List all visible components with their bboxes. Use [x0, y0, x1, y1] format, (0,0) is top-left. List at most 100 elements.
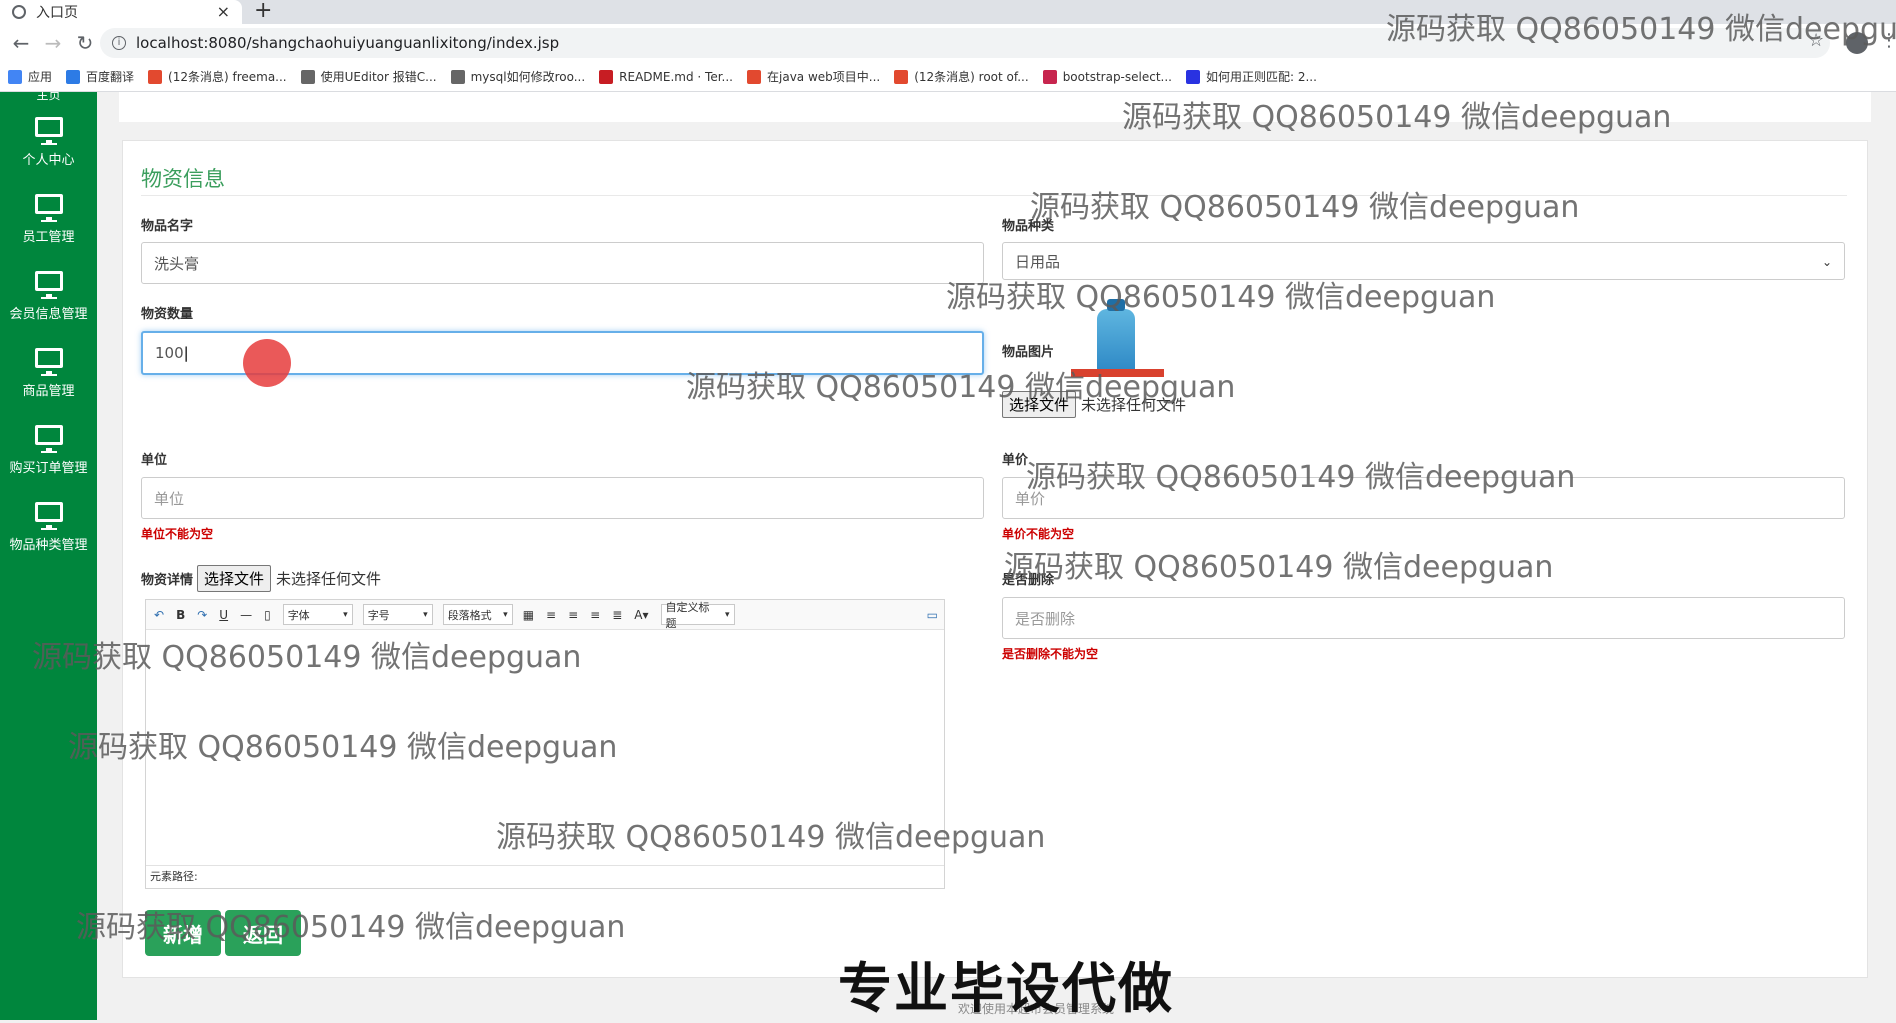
bookmark-item[interactable]: 使用UEditor 报错C... — [300, 68, 437, 85]
dropdown-arrow-icon: ▾ — [423, 609, 428, 620]
detail-row: 物资详情 选择文件 未选择任何文件 — [141, 565, 381, 592]
monitor-icon — [34, 271, 63, 299]
sidebar-item-label: 购买订单管理 — [9, 461, 88, 476]
name-value: 洗头膏 — [154, 254, 200, 273]
size-select[interactable]: 字号 ▾ — [362, 604, 433, 625]
bookmark-favicon-icon — [747, 69, 761, 84]
bookmark-label: (12条消息) freema... — [168, 70, 287, 84]
watermark-text: 源码获取 QQ86050149 微信deepguan — [1122, 100, 1672, 135]
unit-label: 单位 — [141, 453, 168, 468]
sidebar-item-label: 商品管理 — [22, 384, 75, 399]
price-label: 单价 — [1002, 453, 1029, 468]
watermark-text: 源码获取 QQ86050149 微信deepguan — [76, 910, 626, 945]
sidebar-item-members[interactable]: 会员信息管理 — [0, 258, 97, 335]
align-justify-icon[interactable]: ≣ — [612, 608, 622, 622]
name-label: 物品名字 — [141, 219, 194, 234]
monitor-icon — [34, 194, 63, 222]
bookmark-item[interactable]: mysql如何修改roo... — [450, 68, 585, 85]
bookmark-label: 百度翻译 — [86, 70, 135, 84]
bookmark-item[interactable]: bootstrap-select... — [1042, 69, 1172, 84]
bookmark-favicon-icon — [894, 69, 909, 84]
sidebar-item-categories[interactable]: 物品种类管理 — [0, 489, 97, 566]
forward-arrow-icon[interactable]: → — [42, 31, 64, 55]
page-title: 物资信息 — [141, 167, 225, 191]
bookmark-favicon-icon — [599, 69, 614, 84]
font-select[interactable]: 字体 ▾ — [282, 604, 353, 625]
sidebar-item-label: 物品种类管理 — [9, 538, 88, 553]
watermark-text: 源码获取 QQ86050149 微信deepguan — [1030, 190, 1580, 225]
paragraph-select-label: 段落格式 — [447, 608, 492, 622]
align-right-icon[interactable]: ≡ — [568, 608, 578, 622]
bookmarks-bar: 应用 百度翻译 (12条消息) freema... 使用UEditor 报错C... m… — [0, 62, 1896, 92]
watermark-text: 源码获取 QQ86050149 微信deepguan — [32, 640, 582, 675]
redo-icon[interactable]: ↷ — [197, 608, 207, 622]
font-color-label: A — [634, 607, 643, 622]
bookmark-item[interactable]: 百度翻译 — [66, 68, 134, 85]
unit-placeholder: 单位 — [154, 489, 185, 508]
watermark-text: 源码获取 QQ86050149 微信deepguan — [68, 730, 618, 765]
name-input[interactable]: 洗头膏 — [141, 242, 984, 284]
qty-label: 物资数量 — [141, 307, 194, 322]
underline-button[interactable]: U — [219, 608, 228, 622]
bookmark-item[interactable]: (12条消息) root of... — [894, 68, 1029, 85]
monitor-icon — [34, 348, 63, 376]
watermark-text: 源码获取 QQ86050149 微信deepguan — [1026, 460, 1576, 495]
editor-toolbar: ↶ B ↷ U — ▯ 字体 ▾ 字号 ▾ 段落格式 ▾ ▦ ≡ ≡ ≡ ≣ A▾ 自… — [146, 600, 944, 630]
bookmark-item[interactable]: README.md · Ter... — [599, 69, 733, 84]
tab-close-icon[interactable]: × — [217, 2, 230, 21]
browser-tab[interactable]: 入口页 × — [0, 0, 242, 24]
sidebar-item-orders[interactable]: 购买订单管理 — [0, 412, 97, 489]
detail-file-button[interactable]: 选择文件 — [197, 565, 272, 592]
bookmark-label: 在java web项目中... — [767, 70, 881, 84]
monitor-icon — [34, 502, 63, 530]
bookmark-label: README.md · Ter... — [619, 69, 733, 84]
bookmark-label: 应用 — [28, 70, 53, 84]
page-icon[interactable]: ▯ — [264, 608, 271, 622]
bookmark-item[interactable]: 应用 — [8, 68, 52, 85]
reload-icon[interactable]: ↻ — [74, 31, 96, 55]
unit-input[interactable]: 单位 — [141, 477, 984, 519]
deleted-input[interactable]: 是否删除 — [1002, 597, 1845, 639]
horizontal-rule-icon[interactable]: — — [240, 608, 252, 622]
tab-title: 入口页 — [36, 5, 78, 21]
bookmark-favicon-icon — [300, 69, 315, 84]
custom-title-select[interactable]: 自定义标题 ▾ — [660, 601, 735, 630]
size-select-label: 字号 — [367, 608, 390, 622]
bookmark-item[interactable]: 在java web项目中... — [747, 68, 880, 85]
sidebar-item-home[interactable]: 主页 — [0, 92, 97, 104]
back-arrow-icon[interactable]: ← — [10, 31, 32, 55]
detail-file-status: 未选择任何文件 — [276, 570, 382, 588]
new-tab-button[interactable]: + — [254, 0, 272, 23]
table-icon[interactable]: ▦ — [523, 608, 534, 622]
font-select-label: 字体 — [287, 608, 310, 622]
bold-button[interactable]: B — [176, 608, 185, 622]
align-center-icon[interactable]: ≡ — [590, 608, 600, 622]
sidebar-item-staff[interactable]: 员工管理 — [0, 181, 97, 258]
align-left-icon[interactable]: ≡ — [546, 608, 556, 622]
bookmark-item[interactable]: (12条消息) freema... — [148, 68, 287, 85]
sidebar-item-personal-center[interactable]: 个人中心 — [0, 104, 97, 181]
paragraph-select[interactable]: 段落格式 ▾ — [442, 604, 513, 625]
type-value: 日用品 — [1015, 252, 1061, 271]
monitor-icon — [34, 425, 63, 453]
chevron-down-icon: ⌄ — [1821, 255, 1832, 269]
font-color-button[interactable]: A▾ — [634, 608, 648, 622]
deleted-error: 是否删除不能为空 — [1002, 647, 1099, 661]
globe-icon — [12, 5, 26, 19]
price-error: 单价不能为空 — [1002, 527, 1075, 541]
bookmark-favicon-icon — [450, 69, 465, 84]
bookmark-label: bootstrap-select... — [1062, 69, 1172, 84]
unit-error: 单位不能为空 — [141, 527, 214, 541]
sidebar-item-products[interactable]: 商品管理 — [0, 335, 97, 412]
watermark-text: 源码获取 QQ86050149 微信deepguan — [686, 370, 1236, 405]
dropdown-arrow-icon: ▾ — [725, 609, 730, 620]
dropdown-arrow-icon: ▾ — [503, 609, 508, 620]
bookmark-item[interactable]: 如何用正则匹配: 2... — [1185, 68, 1317, 85]
watermark-text: 源码获取 QQ86050149 微信deepguan — [946, 280, 1496, 315]
sidebar-item-label: 员工管理 — [22, 230, 75, 245]
undo-icon[interactable]: ↶ — [154, 608, 164, 622]
title-divider — [141, 195, 1847, 196]
info-icon[interactable]: i — [112, 36, 126, 50]
deleted-placeholder: 是否删除 — [1015, 609, 1076, 628]
fullscreen-icon[interactable]: ▭ — [927, 608, 938, 622]
